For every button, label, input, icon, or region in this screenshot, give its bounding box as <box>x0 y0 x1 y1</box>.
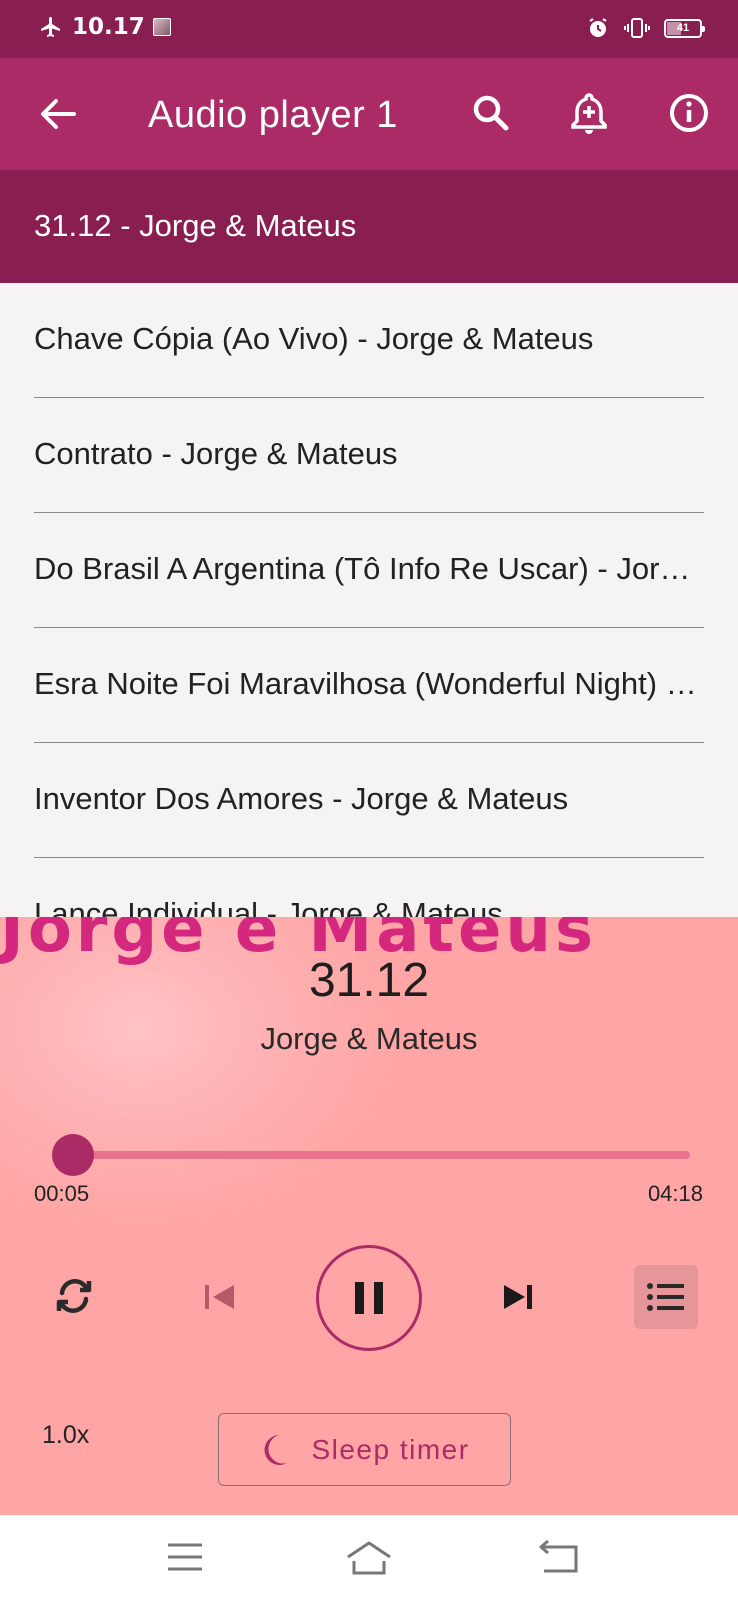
page-title: Audio player 1 <box>148 94 398 136</box>
seek-thumb[interactable] <box>51 1134 94 1176</box>
battery-level: 41 <box>676 21 690 34</box>
current-time: 00:05 <box>34 1181 90 1206</box>
repeat-icon[interactable] <box>52 1271 96 1321</box>
list-item[interactable]: Inventor Dos Amores - Jorge & Mateus <box>34 743 704 858</box>
artwork-text: Jorge e Mateus <box>0 917 598 967</box>
queue-list-icon <box>647 1283 684 1311</box>
song-title: 31.12 <box>308 954 430 1007</box>
vibrate-icon <box>624 18 650 38</box>
sleep-timer-button[interactable]: Sleep timer <box>218 1413 511 1486</box>
playback-speed[interactable]: 1.0x <box>42 1421 89 1450</box>
list-item[interactable]: Do Brasil A Argentina (Tô Info Re Uscar)… <box>34 513 704 628</box>
system-nav-bar <box>0 1515 738 1600</box>
seek-bar[interactable] <box>60 1151 690 1159</box>
list-item-label: Contrato - Jorge & Mateus <box>34 436 398 471</box>
total-time: 04:18 <box>647 1181 703 1206</box>
pause-icon <box>355 1282 383 1314</box>
status-bar: 10.17 41 <box>0 0 738 58</box>
playlist: Chave Cópia (Ao Vivo) - Jorge & Mateus C… <box>0 283 738 917</box>
airplane-icon <box>41 17 60 37</box>
list-item-label: Chave Cópia (Ao Vivo) - Jorge & Mateus <box>34 321 594 356</box>
list-item-label: Esra Noite Foi Maravilhosa (Wonderful Ni… <box>34 666 704 701</box>
skip-previous-icon[interactable] <box>200 1277 240 1317</box>
back-icon[interactable] <box>536 1537 586 1577</box>
pause-button[interactable] <box>316 1245 422 1351</box>
now-playing-row[interactable]: 31.12 - Jorge & Mateus <box>0 170 738 283</box>
app-bar: Audio player 1 <box>0 58 738 170</box>
search-icon[interactable] <box>466 88 516 138</box>
menu-icon[interactable] <box>160 1537 210 1577</box>
now-playing-label: 31.12 - Jorge & Mateus <box>34 208 357 243</box>
player-panel: Jorge e Mateus 31.12 Jorge & Mateus 00:0… <box>0 917 738 1515</box>
battery-icon: 41 <box>664 18 705 38</box>
alarm-icon <box>589 18 607 37</box>
skip-next-icon[interactable] <box>498 1277 538 1317</box>
list-item-label: Do Brasil A Argentina (Tô Info Re Uscar)… <box>34 551 704 586</box>
home-icon[interactable] <box>344 1537 394 1577</box>
add-alarm-icon[interactable] <box>564 88 614 138</box>
back-arrow-icon[interactable] <box>34 90 82 138</box>
song-artist: Jorge & Mateus <box>260 1021 478 1056</box>
list-item-label: Inventor Dos Amores - Jorge & Mateus <box>34 781 569 816</box>
list-item[interactable]: Lance Individual - Jorge & Mateus <box>34 858 704 917</box>
sleep-timer-label: Sleep timer <box>311 1433 470 1465</box>
list-item-label: Lance Individual - Jorge & Mateus <box>34 896 503 917</box>
list-item[interactable]: Contrato - Jorge & Mateus <box>34 398 704 513</box>
status-left: 10.17 <box>38 14 171 40</box>
info-icon[interactable] <box>664 88 714 138</box>
status-time: 10.17 <box>72 14 145 40</box>
list-item[interactable]: Chave Cópia (Ao Vivo) - Jorge & Mateus <box>34 283 704 398</box>
status-right: 41 <box>586 16 705 40</box>
photo-thumbnail-icon <box>152 18 171 36</box>
queue-button[interactable] <box>634 1265 698 1329</box>
list-item[interactable]: Esra Noite Foi Maravilhosa (Wonderful Ni… <box>34 628 704 743</box>
moon-icon <box>264 1434 288 1465</box>
